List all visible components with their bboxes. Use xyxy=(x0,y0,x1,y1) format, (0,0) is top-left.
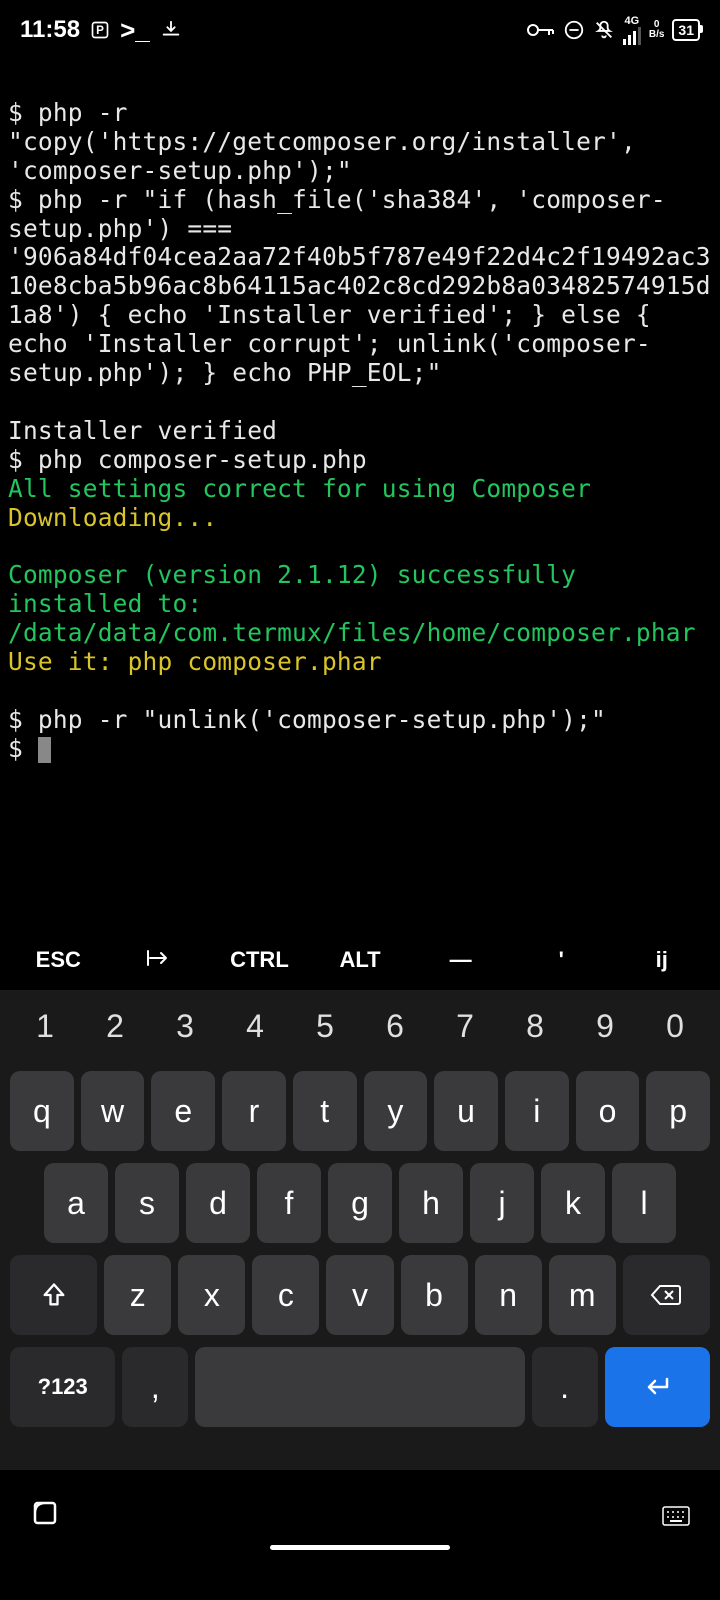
num-key[interactable]: 3 xyxy=(150,1008,220,1045)
status-left: 11:58 P >_ xyxy=(20,15,182,46)
key-g[interactable]: g xyxy=(328,1163,392,1243)
num-key[interactable]: 9 xyxy=(570,1008,640,1045)
key-i[interactable]: i xyxy=(505,1071,569,1151)
terminal-icon: >_ xyxy=(120,15,150,46)
key-row-2: a s d f g h j k l xyxy=(6,1163,714,1243)
esc-key[interactable]: ESC xyxy=(8,947,109,973)
key-n[interactable]: n xyxy=(475,1255,542,1335)
num-key[interactable]: 5 xyxy=(290,1008,360,1045)
terminal-line-success: Composer (version 2.1.12) successfully i… xyxy=(8,560,696,647)
terminal-line: $ php -r "unlink('composer-setup.php');" xyxy=(8,705,606,734)
shift-key[interactable] xyxy=(10,1255,97,1335)
apostrophe-key[interactable]: ' xyxy=(511,947,612,973)
enter-key[interactable] xyxy=(605,1347,710,1427)
download-icon xyxy=(160,19,182,41)
ij-key[interactable]: ij xyxy=(611,947,712,973)
terminal-line: $ php -r "copy('https://getcomposer.org/… xyxy=(8,98,651,185)
num-key[interactable]: 4 xyxy=(220,1008,290,1045)
key-c[interactable]: c xyxy=(252,1255,319,1335)
alt-key[interactable]: ALT xyxy=(310,947,411,973)
terminal-line: $ php -r "if (hash_file('sha384', 'compo… xyxy=(8,185,711,387)
num-key[interactable]: 0 xyxy=(640,1008,710,1045)
key-l[interactable]: l xyxy=(612,1163,676,1243)
app-indicator-icon: P xyxy=(90,20,110,40)
netspeed-unit: B/s xyxy=(649,30,665,40)
key-y[interactable]: y xyxy=(364,1071,428,1151)
key-r[interactable]: r xyxy=(222,1071,286,1151)
dash-key[interactable]: — xyxy=(410,947,511,973)
signal-icon xyxy=(623,27,641,45)
key-h[interactable]: h xyxy=(399,1163,463,1243)
tab-key[interactable] xyxy=(109,947,210,973)
key-d[interactable]: d xyxy=(186,1163,250,1243)
backspace-key[interactable] xyxy=(623,1255,710,1335)
key-b[interactable]: b xyxy=(401,1255,468,1335)
navigation-bar xyxy=(0,1470,720,1560)
key-w[interactable]: w xyxy=(81,1071,145,1151)
battery-icon: 31 xyxy=(672,19,700,41)
mute-icon xyxy=(593,19,615,41)
key-f[interactable]: f xyxy=(257,1163,321,1243)
key-x[interactable]: x xyxy=(178,1255,245,1335)
key-k[interactable]: k xyxy=(541,1163,605,1243)
key-s[interactable]: s xyxy=(115,1163,179,1243)
home-handle[interactable] xyxy=(270,1545,450,1550)
period-key[interactable]: . xyxy=(532,1347,598,1427)
num-key[interactable]: 7 xyxy=(430,1008,500,1045)
key-o[interactable]: o xyxy=(576,1071,640,1151)
terminal-line: Installer verified xyxy=(8,416,277,445)
key-j[interactable]: j xyxy=(470,1163,534,1243)
recent-apps-icon[interactable] xyxy=(30,1498,60,1532)
terminal-line-success: All settings correct for using Composer xyxy=(8,474,591,503)
comma-key[interactable]: , xyxy=(122,1347,188,1427)
soft-keyboard: 1 2 3 4 5 6 7 8 9 0 q w e r t y u i o p … xyxy=(0,990,720,1470)
extra-keys-row: ESC CTRL ALT — ' ij xyxy=(0,930,720,990)
num-key[interactable]: 1 xyxy=(10,1008,80,1045)
do-not-disturb-icon xyxy=(563,19,585,41)
key-v[interactable]: v xyxy=(326,1255,393,1335)
space-key[interactable] xyxy=(195,1347,524,1427)
cursor xyxy=(38,737,51,763)
terminal-line-info: Downloading... xyxy=(8,503,217,532)
terminal-line: $ php composer-setup.php xyxy=(8,445,367,474)
vpn-key-icon xyxy=(527,22,555,38)
network-type: 4G xyxy=(625,16,640,27)
keyboard-switch-icon[interactable] xyxy=(662,1506,690,1530)
key-q[interactable]: q xyxy=(10,1071,74,1151)
key-row-3: z x c v b n m xyxy=(6,1255,714,1335)
key-row-4: ?123 , . xyxy=(6,1347,714,1427)
terminal-output[interactable]: $ php -r "copy('https://getcomposer.org/… xyxy=(0,60,720,930)
key-e[interactable]: e xyxy=(151,1071,215,1151)
svg-text:P: P xyxy=(96,24,104,37)
ctrl-key[interactable]: CTRL xyxy=(209,947,310,973)
key-row-1: q w e r t y u i o p xyxy=(6,1071,714,1151)
terminal-line-info: Use it: php composer.phar xyxy=(8,647,382,676)
num-key[interactable]: 6 xyxy=(360,1008,430,1045)
num-key[interactable]: 8 xyxy=(500,1008,570,1045)
key-a[interactable]: a xyxy=(44,1163,108,1243)
number-row: 1 2 3 4 5 6 7 8 9 0 xyxy=(6,1000,714,1059)
status-bar: 11:58 P >_ 4G 0 B/s xyxy=(0,0,720,60)
num-key[interactable]: 2 xyxy=(80,1008,150,1045)
symbols-key[interactable]: ?123 xyxy=(10,1347,115,1427)
key-m[interactable]: m xyxy=(549,1255,616,1335)
key-p[interactable]: p xyxy=(646,1071,710,1151)
status-right: 4G 0 B/s 31 xyxy=(527,16,700,45)
key-t[interactable]: t xyxy=(293,1071,357,1151)
clock: 11:58 xyxy=(20,16,80,44)
terminal-prompt: $ xyxy=(8,734,38,763)
key-u[interactable]: u xyxy=(434,1071,498,1151)
key-z[interactable]: z xyxy=(104,1255,171,1335)
